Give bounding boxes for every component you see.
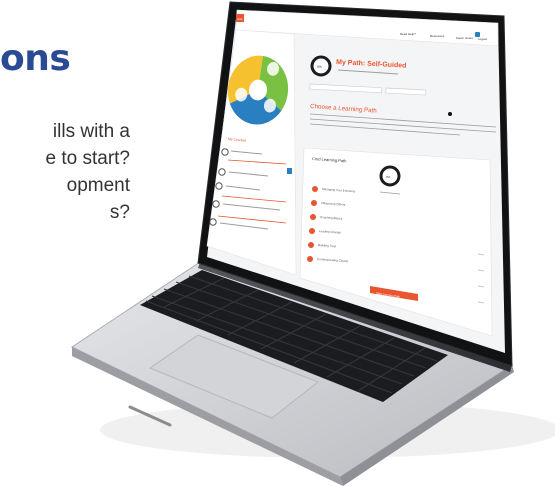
toggle-dot[interactable] [448, 112, 452, 116]
card-progress-value: 0% [386, 175, 391, 179]
path-progress-value: 0% [317, 65, 322, 69]
user-avatar[interactable] [475, 32, 480, 37]
laptop-illustration: vital Need Help? Resources Karen Jones L… [70, 1, 555, 486]
nav-resources[interactable]: Resources [430, 34, 445, 38]
app-logo-text: vital [237, 17, 243, 21]
nav-logout[interactable]: Logout [478, 37, 487, 41]
nav-help[interactable]: Need Help? [400, 32, 416, 36]
nav-user[interactable]: Karen Jones [456, 36, 473, 40]
